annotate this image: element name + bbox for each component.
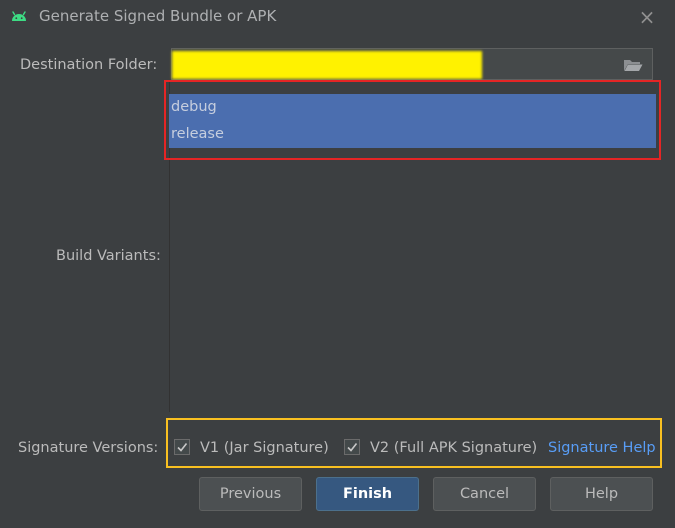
title-bar: Generate Signed Bundle or APK × (0, 0, 675, 34)
red-annotation-box (164, 80, 661, 160)
folder-open-icon[interactable] (623, 58, 643, 72)
orange-annotation-box (166, 418, 662, 468)
previous-button[interactable]: Previous (199, 477, 302, 511)
destination-folder-label: Destination Folder: (20, 57, 158, 73)
android-icon (12, 11, 26, 21)
close-icon[interactable]: × (636, 6, 658, 28)
cancel-button[interactable]: Cancel (433, 477, 536, 511)
build-variants-label: Build Variants: (56, 248, 161, 264)
finish-button[interactable]: Finish (316, 477, 419, 511)
help-button[interactable]: Help (550, 477, 653, 511)
window-title: Generate Signed Bundle or APK (39, 7, 277, 25)
redaction-highlight (172, 51, 482, 79)
signature-versions-label: Signature Versions: (18, 440, 159, 456)
destination-folder-field[interactable] (171, 48, 653, 80)
